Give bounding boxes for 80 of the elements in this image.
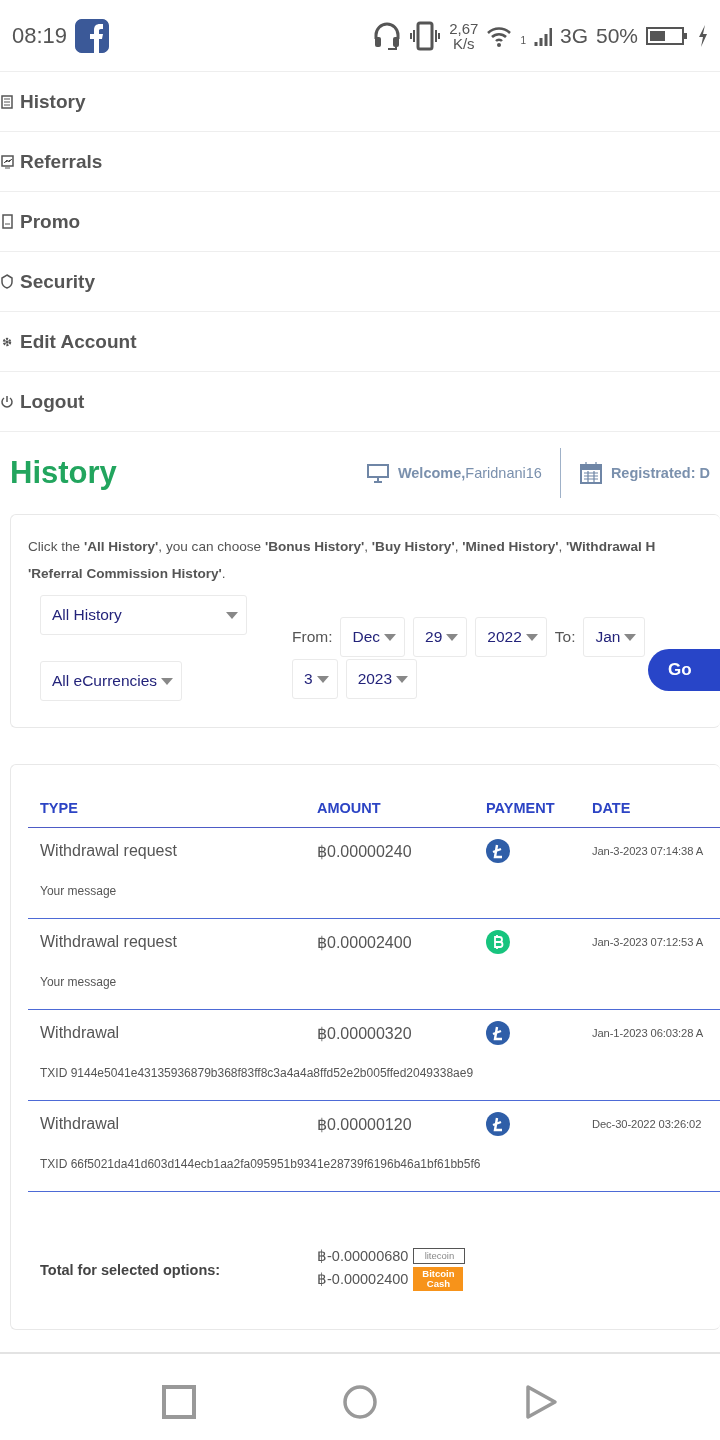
- dropdown[interactable]: 29: [413, 617, 468, 657]
- menu-item[interactable]: Promo: [0, 192, 720, 252]
- battery-icon: [646, 26, 690, 45]
- date-cell-text: Jan-3-2023 07:14:38 A: [592, 845, 705, 857]
- type-cell-text: Withdrawal: [40, 1115, 121, 1133]
- date-cell-text: Dec-30-2022 03:26:02: [592, 1118, 703, 1130]
- wifi-icon: [486, 24, 513, 47]
- battery-percent: 50%: [595, 23, 638, 48]
- total-amount: ฿-0.00002400: [317, 1271, 409, 1287]
- tablet-icon: [0, 213, 14, 230]
- caret-icon: [384, 633, 397, 641]
- recents-icon[interactable]: [161, 1383, 197, 1420]
- litecoin-icon: [486, 1112, 510, 1136]
- type-cell-text: Withdrawal request: [40, 842, 178, 860]
- welcome-text: Welcome,Faridnani16: [397, 465, 542, 481]
- column-header: TYPE: [40, 800, 79, 816]
- note-text: TXID 66f5021da41d603d144ecb1aa2fa095951b9341e28739f6196b46a1bf61bb5f6: [40, 1157, 482, 1171]
- menu-item[interactable]: Referrals: [0, 132, 720, 192]
- power-icon: [0, 393, 14, 410]
- dropdown[interactable]: All eCurrencies: [40, 661, 183, 701]
- menu-item[interactable]: Logout: [0, 372, 720, 432]
- caret-icon: [161, 677, 174, 685]
- headphones-icon: [373, 20, 402, 51]
- caret-icon: [525, 633, 538, 641]
- from-label: From:: [292, 628, 333, 646]
- dropdown[interactable]: All History: [40, 595, 247, 635]
- monitor-icon: [365, 463, 390, 483]
- column-header: DATE: [592, 800, 632, 816]
- total-amount: ฿-0.00000680: [317, 1248, 409, 1264]
- caret-icon: [446, 633, 459, 641]
- type-cell-text: Withdrawal request: [40, 933, 178, 951]
- date-cell-text: Jan-3-2023 07:12:53 A: [592, 936, 705, 948]
- note-text: TXID 9144e5041e43135936879b368f83ff8c3a4a4a8ffd52e2b005ffed2049338ae9: [40, 1066, 475, 1080]
- amount-cell-text: ฿0.00002400: [317, 932, 413, 952]
- litecoin-icon: [486, 1021, 510, 1045]
- menu-item[interactable]: History: [0, 72, 720, 132]
- back-icon[interactable]: [523, 1383, 559, 1420]
- coin-logo: litecoin: [413, 1248, 466, 1264]
- charging-icon: [698, 24, 708, 47]
- ledger-icon: [0, 93, 14, 110]
- column-header: AMOUNT: [317, 800, 382, 816]
- litecoin-icon: [486, 839, 510, 863]
- caret-icon: [396, 675, 409, 683]
- note-text: Your message: [40, 884, 118, 898]
- coin-logo: Bitcoin Cash: [413, 1267, 464, 1291]
- date-cell-text: Jan-1-2023 06:03:28 A: [592, 1027, 705, 1039]
- amount-cell-text: ฿0.00000120: [317, 1114, 413, 1134]
- note-text: Your message: [40, 975, 118, 989]
- vibrate-icon: [409, 20, 442, 51]
- instruction-text: Click the 'All History', you can choose 'Bonus History', 'Buy History', 'Mined History', 'Withdrawal H 'Referral Commission History'.: [28, 538, 657, 583]
- facebook-icon: [75, 18, 110, 53]
- caret-icon: [226, 611, 238, 619]
- menu-item[interactable]: Security: [0, 252, 720, 312]
- bitcoin-cash-icon: [486, 930, 510, 954]
- page-title: History: [10, 455, 117, 491]
- amount-cell-text: ฿0.00000320: [317, 1023, 413, 1043]
- menu-item[interactable]: Edit Account: [0, 312, 720, 372]
- home-icon[interactable]: [342, 1383, 378, 1420]
- dropdown[interactable]: Jan: [583, 617, 646, 657]
- dropdown[interactable]: 2023: [345, 659, 418, 699]
- sim-slot: 1: [520, 34, 526, 46]
- calendar-icon: [578, 461, 603, 485]
- total-label: Total for selected options:: [40, 1261, 222, 1278]
- shield-icon: [0, 273, 14, 290]
- registered-label: Registrated: D: [610, 465, 710, 481]
- type-cell-text: Withdrawal: [40, 1024, 121, 1042]
- clock: 08:19: [12, 22, 68, 49]
- caret-icon: [624, 633, 637, 641]
- network-speed: 2,67 K/s: [449, 20, 479, 51]
- go-button[interactable]: Go: [648, 649, 720, 691]
- caret-icon: [316, 675, 329, 683]
- dropdown[interactable]: 2022: [475, 617, 547, 657]
- network-type: 3G: [559, 23, 588, 48]
- amount-cell-text: ฿0.00000240: [317, 841, 413, 861]
- monitor-icon: [0, 153, 14, 170]
- column-header: PAYMENT: [486, 800, 556, 816]
- dropdown[interactable]: 3: [292, 659, 338, 699]
- to-label: To:: [554, 628, 576, 646]
- dropdown[interactable]: Dec: [340, 617, 406, 657]
- signal-icon: [533, 25, 552, 46]
